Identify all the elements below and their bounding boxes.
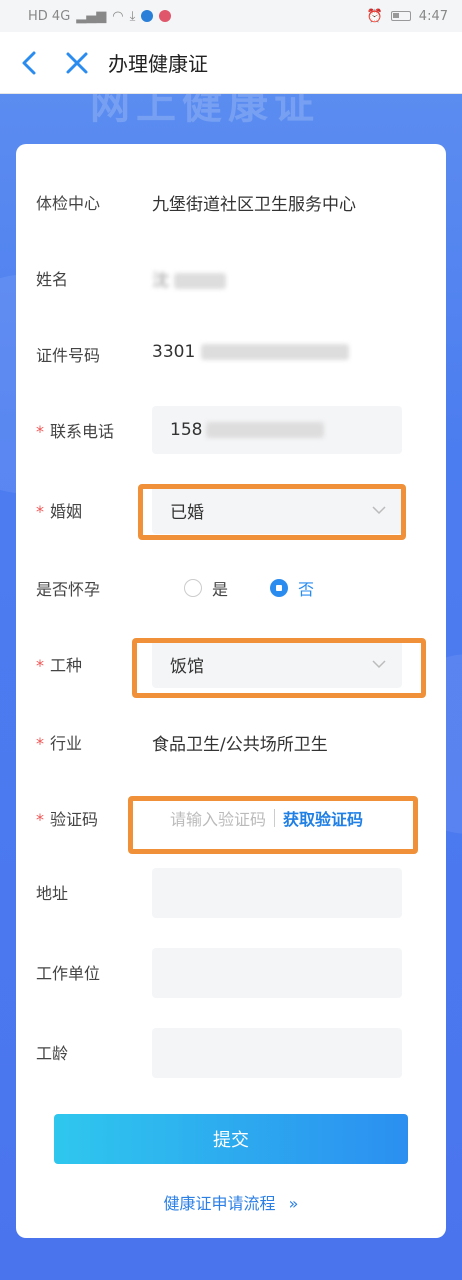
phone-field[interactable]: 158 (152, 406, 402, 454)
blurred-text (174, 273, 227, 289)
marriage-select[interactable]: 已婚 (152, 486, 402, 534)
app-icon (141, 10, 154, 22)
industry-label: * 行业 (36, 730, 82, 754)
required-mark: * (36, 734, 44, 753)
work-unit-input[interactable] (152, 948, 402, 998)
signal-icon: ▂▄▆ (76, 8, 107, 24)
required-mark: * (36, 810, 44, 829)
status-bar: HD 4G ▂▄▆ ◠ ⤓ ⏰ 4:47 (0, 0, 462, 32)
blurred-text (200, 344, 349, 360)
industry-value: 食品卫生/公共场所卫生 (152, 735, 328, 755)
verify-code-label: * 验证码 (36, 806, 98, 830)
job-type-label: * 工种 (36, 652, 82, 676)
close-button[interactable] (58, 44, 96, 82)
phone-label: * 联系电话 (36, 418, 114, 442)
status-left: HD 4G ▂▄▆ ◠ ⤓ (28, 8, 172, 24)
job-type-select[interactable]: 饭馆 (152, 640, 402, 688)
name-label: 姓名 (36, 270, 69, 289)
process-link-label: 健康证申请流程 (163, 1194, 276, 1213)
form-card: 体检中心 九堡街道社区卫生服务中心 姓名 沈 证件号码 3301 * 联系电话 1… (16, 144, 446, 1238)
app-header: 办理健康证 (0, 32, 462, 94)
close-icon (66, 52, 88, 73)
work-years-input[interactable] (152, 1028, 402, 1078)
address-label: 地址 (36, 884, 69, 903)
id-number-label: 证件号码 (36, 346, 101, 365)
address-input[interactable] (152, 868, 402, 918)
download-icon: ⤓ (129, 8, 136, 24)
work-years-label: 工龄 (36, 1044, 69, 1063)
pregnant-label: 是否怀孕 (36, 580, 101, 599)
chevron-left-icon (22, 51, 36, 74)
wifi-icon: ◠ (112, 8, 124, 24)
get-code-button[interactable]: 获取验证码 (283, 806, 363, 830)
id-number-text: 3301 (152, 342, 196, 362)
blurred-text (206, 422, 325, 438)
exam-center-value: 九堡街道社区卫生服务中心 (152, 195, 356, 215)
radio-yes-label[interactable]: 是 (212, 576, 228, 600)
radio-no-label[interactable]: 否 (298, 576, 314, 600)
submit-button[interactable]: 提交 (54, 1114, 408, 1164)
exam-center-label: 体检中心 (36, 194, 101, 213)
verify-code-field: 请输入验证码 获取验证码 (152, 794, 402, 842)
phone-label-text: 联系电话 (50, 422, 115, 441)
back-button[interactable] (10, 44, 48, 82)
application-process-link[interactable]: 健康证申请流程 » (16, 1190, 446, 1214)
required-mark: * (36, 502, 44, 521)
double-chevron-right-icon: » (288, 1194, 299, 1213)
radio-no[interactable] (270, 579, 289, 597)
name-value: 沈 (152, 266, 227, 291)
marriage-label: * 婚姻 (36, 498, 82, 522)
id-number-value: 3301 (152, 342, 349, 362)
app-icon (159, 10, 172, 22)
job-type-label-text: 工种 (50, 656, 83, 675)
alarm-icon: ⏰ (366, 8, 383, 24)
phone-value: 158 (170, 420, 203, 440)
clock: 4:47 (418, 8, 448, 24)
marriage-value: 已婚 (170, 502, 204, 523)
chevron-down-icon (372, 506, 386, 515)
industry-label-text: 行业 (50, 734, 83, 753)
divider (274, 809, 276, 827)
marriage-label-text: 婚姻 (50, 502, 83, 521)
chevron-down-icon (372, 660, 386, 669)
verify-code-label-text: 验证码 (50, 810, 99, 829)
verify-code-input[interactable]: 请输入验证码 (170, 806, 266, 830)
network-indicator: HD 4G (28, 8, 71, 24)
banner-text: 网上健康证 (90, 94, 320, 128)
work-unit-label: 工作单位 (36, 964, 101, 983)
job-type-value: 饭馆 (170, 656, 204, 677)
status-right: ⏰ 4:47 (367, 9, 448, 24)
battery-icon (390, 11, 411, 21)
radio-yes[interactable] (184, 579, 202, 597)
required-mark: * (36, 422, 44, 441)
required-mark: * (36, 656, 44, 675)
name-text: 沈 (152, 271, 169, 291)
page-title: 办理健康证 (108, 52, 208, 76)
pregnant-radio-group: 是 否 (184, 576, 314, 600)
